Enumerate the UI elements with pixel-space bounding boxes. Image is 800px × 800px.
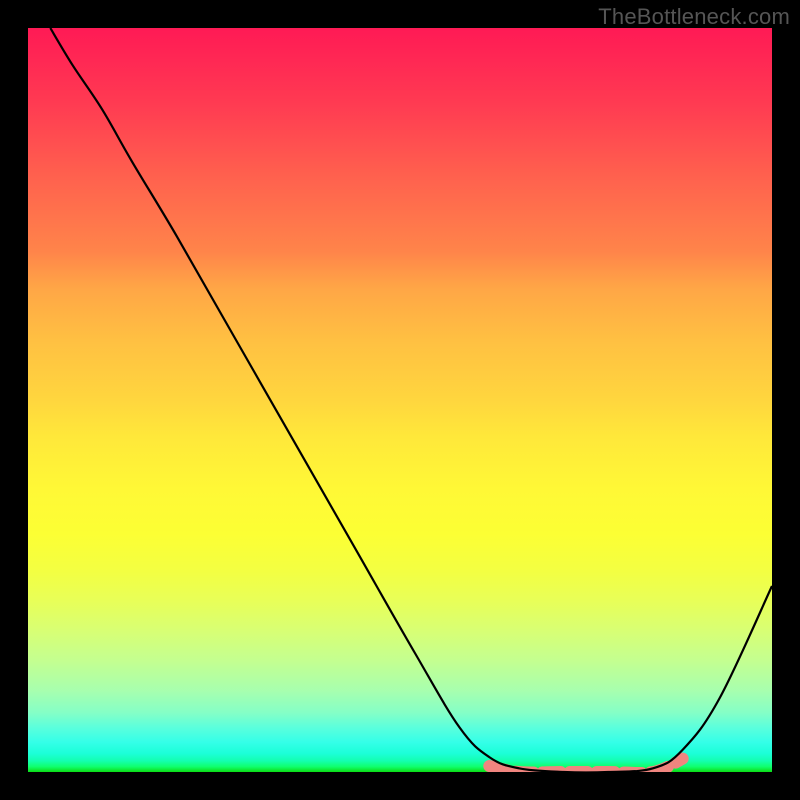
- curve-svg: [28, 28, 772, 772]
- chart-area: [28, 28, 772, 772]
- watermark-text: TheBottleneck.com: [598, 4, 790, 30]
- bottleneck-curve: [50, 28, 772, 772]
- optimal-region-dash: [489, 759, 682, 772]
